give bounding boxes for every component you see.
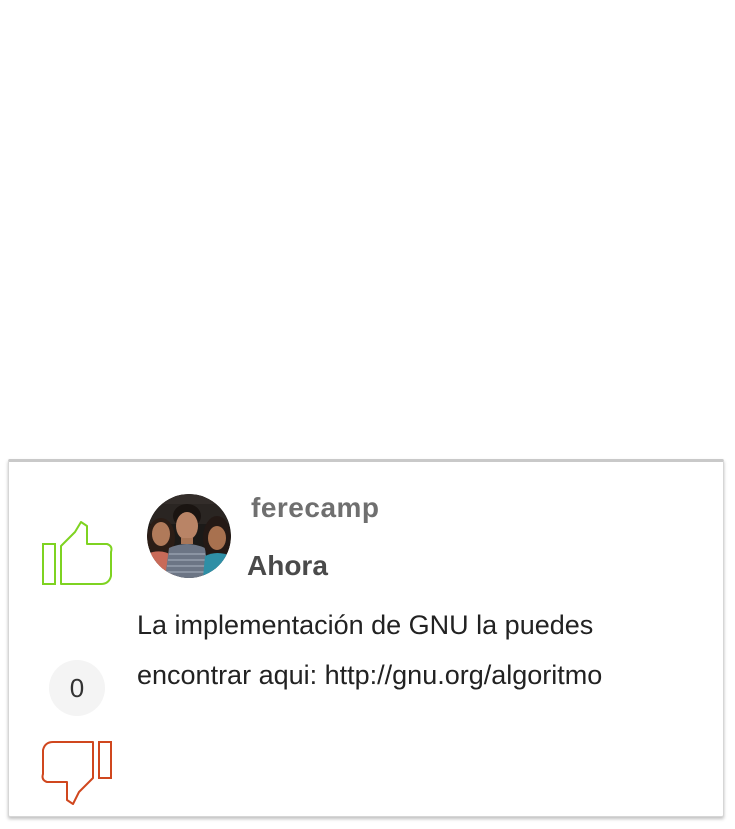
thumbs-up-icon[interactable] <box>41 520 115 588</box>
vote-count: 0 <box>49 660 105 716</box>
comment-text: La implementación de GNU la puedes encon… <box>137 610 603 690</box>
vote-controls: 0 <box>35 512 119 805</box>
comment-timestamp: Ahora <box>247 550 328 581</box>
comment-card: 0 ferecamp Ahora La implementación de GN… <box>8 459 724 817</box>
page: 0 ferecamp Ahora La implementación de GN… <box>0 0 735 829</box>
user-avatar[interactable] <box>147 494 231 578</box>
thumbs-down-icon[interactable] <box>39 738 113 806</box>
comment-author[interactable]: ferecamp <box>251 492 380 524</box>
